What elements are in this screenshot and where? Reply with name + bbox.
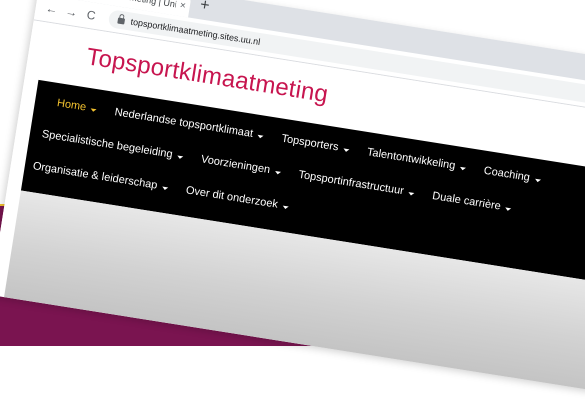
nav-label: Over dit onderzoek <box>185 184 279 211</box>
nav-item-coaching[interactable]: Coaching <box>483 165 542 186</box>
nav-item-voorzieningen[interactable]: Voorzieningen <box>200 153 282 177</box>
caret-down-icon <box>274 170 281 175</box>
nav-item-home[interactable]: Home <box>56 97 98 115</box>
nav-label: Talentontwikkeling <box>366 146 457 173</box>
nav-label: Coaching <box>482 164 531 184</box>
nav-item-topsporters[interactable]: Topsporters <box>281 133 351 156</box>
nav-item-talentontwikkeling[interactable]: Talentontwikkeling <box>366 146 467 174</box>
nav-label: Specialistische begeleiding <box>41 128 174 161</box>
caret-down-icon <box>257 134 264 139</box>
nav-item-organisatie-leiderschap[interactable]: Organisatie & leiderschap <box>32 160 169 193</box>
close-icon[interactable]: × <box>175 0 191 12</box>
nav-label: Duale carrière <box>431 189 502 213</box>
nav-item-nederlandse-topsportklimaat[interactable]: Nederlandse topsportklimaat <box>114 106 265 141</box>
back-button[interactable]: ← <box>41 1 63 18</box>
lock-icon <box>117 17 126 25</box>
reload-button[interactable]: C <box>80 7 102 24</box>
nav-item-topsportinfrastructuur[interactable]: Topsportinfrastructuur <box>298 169 416 199</box>
caret-down-icon <box>177 155 184 159</box>
nav-item-specialistische-begeleiding[interactable]: Specialistische begeleiding <box>41 128 184 162</box>
nav-label: Nederlandse topsportklimaat <box>113 106 254 140</box>
caret-down-icon <box>459 166 467 171</box>
caret-down-icon <box>408 191 415 196</box>
nav-label: Home <box>56 97 87 114</box>
nav-label: Topsportinfrastructuur <box>297 168 405 198</box>
nav-label: Organisatie & leiderschap <box>31 160 159 192</box>
nav-item-duale-carriere[interactable]: Duale carrière <box>431 190 512 214</box>
forward-button[interactable]: → <box>60 4 82 21</box>
caret-down-icon <box>534 178 541 183</box>
caret-down-icon <box>342 147 350 152</box>
new-tab-button[interactable]: + <box>199 0 211 16</box>
caret-down-icon <box>505 206 512 211</box>
nav-label: Topsporters <box>280 132 340 154</box>
nav-item-over-dit-onderzoek[interactable]: Over dit onderzoek <box>185 184 290 212</box>
caret-down-icon <box>161 186 169 190</box>
nav-label: Voorzieningen <box>200 153 271 177</box>
caret-down-icon <box>282 205 289 209</box>
caret-down-icon <box>90 107 97 112</box>
